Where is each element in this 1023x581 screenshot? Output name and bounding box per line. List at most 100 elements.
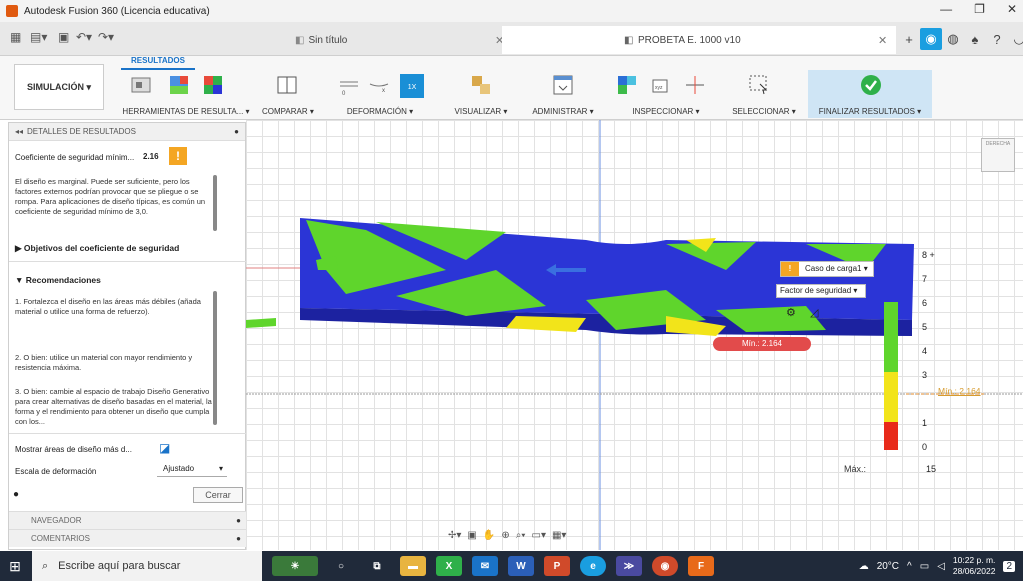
redo-icon[interactable]: ↷▾: [98, 30, 114, 46]
volume-icon[interactable]: ◁: [937, 561, 945, 572]
taskbar-clock[interactable]: 10:22 p. m. 28/06/2022: [953, 555, 996, 577]
result-tools-group[interactable]: HERRAMIENTAS DE RESULTA... ▾: [118, 70, 254, 118]
close-window-button[interactable]: ✕: [1007, 2, 1017, 16]
windows-start-icon[interactable]: ⊞: [4, 551, 26, 581]
system-tray: ☁ 20°C ^ ▭ ◁ 10:22 p. m. 28/06/2022 2: [859, 551, 1023, 581]
comments-panel-header[interactable]: COMENTARIOS ●: [9, 529, 247, 547]
title-bar: Autodesk Fusion 360 (Licencia educativa)…: [0, 0, 1023, 22]
select-icon: [749, 75, 768, 95]
tray-expand-icon[interactable]: ^: [907, 561, 912, 572]
excel-icon[interactable]: X: [436, 556, 462, 576]
search-placeholder: Escribe aquí para buscar: [58, 560, 181, 572]
show-areas-toggle-icon[interactable]: ◪: [159, 441, 170, 455]
file-menu-icon[interactable]: ▤▾: [30, 30, 47, 46]
notifications-icon[interactable]: ♠: [964, 28, 986, 50]
deformation-1x-icon[interactable]: 1X: [400, 74, 424, 98]
chevron-down-icon: ▾: [218, 464, 223, 473]
pin-icon[interactable]: ●: [236, 530, 241, 548]
weather-widget-icon[interactable]: ☀: [272, 556, 318, 576]
pin-icon[interactable]: ●: [236, 512, 241, 530]
close-button[interactable]: Cerrar: [193, 487, 243, 503]
new-tab-icon[interactable]: +: [898, 28, 920, 50]
3d-viewport[interactable]: DERECHA ! Caso de carga1 ▾ Factor de seg…: [246, 120, 1023, 550]
document-icon: ◧: [295, 34, 305, 46]
scrollbar[interactable]: [213, 175, 217, 231]
ribbon-toolbar: SIMULACIÓN ▾ RESULTADOS HERRAMIENTAS DE …: [0, 56, 1023, 120]
legend-edit-icon[interactable]: ◿: [810, 306, 818, 319]
zoom-icon[interactable]: ⊕: [501, 530, 509, 544]
browser-panel-header[interactable]: NAVEGADOR ●: [9, 511, 247, 529]
legend-band-green: [884, 302, 898, 372]
undo-icon[interactable]: ↶▾: [76, 30, 92, 46]
svg-text:xyz: xyz: [655, 85, 663, 91]
deform-scale-select[interactable]: Ajustado ▾: [157, 461, 227, 477]
file-explorer-icon[interactable]: ▬: [400, 556, 426, 576]
task-view-icon[interactable]: ⧉: [364, 556, 390, 576]
network-icon[interactable]: ▭: [920, 561, 929, 572]
fit-icon[interactable]: ⌕▾: [516, 530, 526, 544]
visualize-group[interactable]: VISUALIZAR ▾: [450, 70, 512, 118]
scrollbar[interactable]: [213, 291, 217, 425]
orbit-icon[interactable]: ✢▾: [448, 530, 461, 544]
minimize-button[interactable]: —: [940, 2, 952, 16]
close-tab-icon[interactable]: ✕: [878, 34, 887, 47]
mail-icon[interactable]: ✉: [472, 556, 498, 576]
tab-probeta[interactable]: ◧ PROBETA E. 1000 v10 ✕: [502, 26, 896, 54]
pan-icon[interactable]: ✋: [483, 530, 495, 544]
deformation-adjusted-icon: x: [369, 83, 389, 94]
result-type-dropdown[interactable]: Factor de seguridad ▾: [776, 284, 866, 298]
vs-code-icon[interactable]: ≫: [616, 556, 642, 576]
compare-group[interactable]: COMPARAR ▾: [262, 70, 314, 118]
job-status-icon[interactable]: ◉: [920, 28, 942, 50]
viewcube[interactable]: DERECHA: [981, 138, 1015, 172]
manage-group[interactable]: ADMINISTRAR ▾: [528, 70, 598, 118]
checkmark-icon: [861, 75, 881, 95]
legend-min-label: Mín.: 2.164: [938, 386, 981, 396]
grid-settings-icon[interactable]: ▦▾: [552, 530, 566, 544]
collapse-icon[interactable]: ◂◂: [15, 127, 23, 136]
clock-time: 10:22 p. m.: [952, 555, 996, 565]
extensions-icon[interactable]: ◍: [942, 28, 964, 50]
workspace-switcher-button[interactable]: SIMULACIÓN ▾: [14, 64, 104, 110]
edge-icon[interactable]: e: [580, 556, 606, 576]
viewcube-face-label: DERECHA: [985, 141, 1011, 147]
legend-tick: 7: [922, 274, 928, 284]
pin-icon[interactable]: ●: [234, 127, 239, 136]
objectives-section[interactable]: ▶ Objetivos del coeficiente de seguridad: [15, 243, 179, 254]
info-icon[interactable]: ●: [13, 489, 19, 500]
group-label: VISUALIZAR ▾: [454, 107, 508, 116]
profile-icon[interactable]: ◡: [1008, 28, 1023, 50]
apps-grid-icon[interactable]: ▦: [10, 30, 21, 46]
save-icon[interactable]: ▣: [58, 30, 69, 46]
tab-resultados[interactable]: RESULTADOS: [121, 56, 195, 70]
inspect-group[interactable]: xyz INSPECCIONAR ▾: [610, 70, 722, 118]
model-canvas[interactable]: [246, 120, 1023, 550]
weather-temp[interactable]: 20°C: [877, 561, 899, 572]
taskbar-search[interactable]: ⌕ Escribe aquí para buscar: [32, 551, 262, 581]
cortana-icon[interactable]: ○: [328, 556, 354, 576]
notification-badge[interactable]: 2: [1003, 560, 1015, 572]
tab-sin-titulo[interactable]: ◧ Sin título ✕: [295, 26, 504, 54]
look-at-icon[interactable]: ▣: [467, 530, 476, 544]
deformation-group[interactable]: 0 x 1X DEFORMACIÓN ▾: [330, 70, 430, 118]
warning-icon: !: [169, 147, 187, 165]
measure-icon: [618, 76, 636, 94]
legend-settings-icon[interactable]: ⚙: [786, 306, 796, 319]
load-case-dropdown[interactable]: ! Caso de carga1 ▾: [780, 261, 874, 277]
word-icon[interactable]: W: [508, 556, 534, 576]
powerpoint-icon[interactable]: P: [544, 556, 570, 576]
show-areas-label: Mostrar áreas de diseño más d...: [15, 445, 132, 454]
display-settings-icon[interactable]: ▭▾: [532, 530, 546, 544]
recommendations-section[interactable]: ▼ Recomendaciones: [15, 275, 101, 285]
finish-results-group[interactable]: FINALIZAR RESULTADOS ▾: [808, 70, 932, 118]
panel-header: ◂◂ DETALLES DE RESULTADOS ●: [9, 123, 245, 141]
select-group[interactable]: SELECCIONAR ▾: [724, 70, 804, 118]
fusion-taskbar-icon[interactable]: F: [688, 556, 714, 576]
maximize-button[interactable]: ❐: [974, 2, 985, 16]
safety-factor-value: 2.16: [143, 152, 159, 161]
help-icon[interactable]: ?: [986, 28, 1008, 50]
panel-title: DETALLES DE RESULTADOS: [27, 127, 136, 136]
min-value-badge[interactable]: Mín.: 2.164: [713, 337, 811, 351]
windows-taskbar: ⊞ ⌕ Escribe aquí para buscar ☀ ○ ⧉ ▬ X ✉…: [0, 551, 1023, 581]
chrome-icon[interactable]: ◉: [652, 556, 678, 576]
